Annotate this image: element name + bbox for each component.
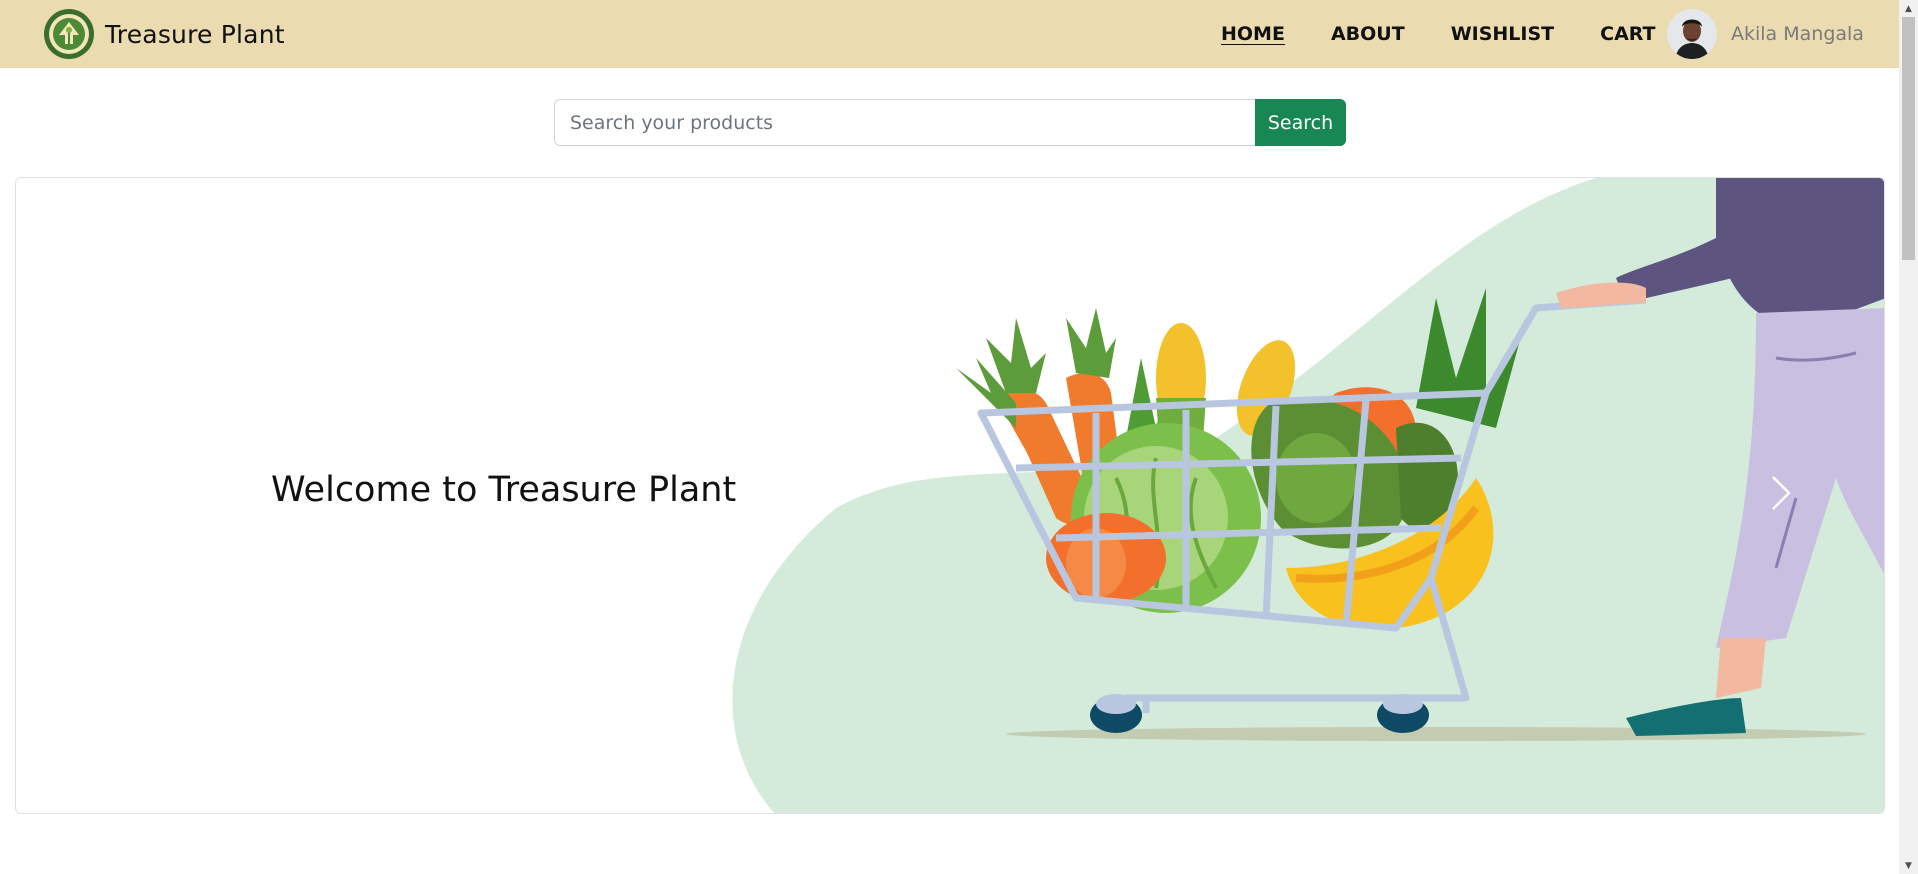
- scroll-up-arrow-icon[interactable]: ▲: [1899, 0, 1918, 17]
- brand-name: Treasure Plant: [105, 19, 285, 49]
- nav-home-link[interactable]: HOME: [1221, 23, 1285, 45]
- person-icon: [1667, 9, 1717, 59]
- user-avatar[interactable]: [1667, 9, 1717, 59]
- hero-carousel: Welcome to Treasure Plant: [15, 177, 1885, 814]
- scrollbar-thumb[interactable]: [1902, 17, 1915, 260]
- nav-about-link[interactable]: ABOUT: [1331, 23, 1405, 45]
- user-name[interactable]: Akila Mangala: [1731, 23, 1864, 45]
- product-search-form: Search: [554, 99, 1346, 146]
- carousel-next-button[interactable]: [1756, 468, 1806, 518]
- top-navbar: Treasure Plant HOME ABOUT WISHLIST CART …: [0, 0, 1899, 68]
- page-scrollbar[interactable]: ▲ ▼: [1899, 0, 1918, 874]
- nav-links: HOME ABOUT WISHLIST CART: [1221, 0, 1702, 68]
- nav-cart-link[interactable]: CART: [1600, 23, 1655, 45]
- scroll-down-arrow-icon[interactable]: ▼: [1899, 857, 1918, 874]
- search-button[interactable]: Search: [1255, 99, 1346, 146]
- nav-wishlist-link[interactable]: WISHLIST: [1451, 23, 1554, 45]
- chevron-right-icon: [1772, 476, 1791, 510]
- user-menu[interactable]: Akila Mangala: [1667, 9, 1864, 59]
- search-input[interactable]: [554, 99, 1255, 146]
- treasure-plant-logo-icon: [44, 9, 94, 59]
- hero-welcome-title: Welcome to Treasure Plant: [271, 470, 737, 510]
- brand[interactable]: Treasure Plant: [43, 8, 285, 60]
